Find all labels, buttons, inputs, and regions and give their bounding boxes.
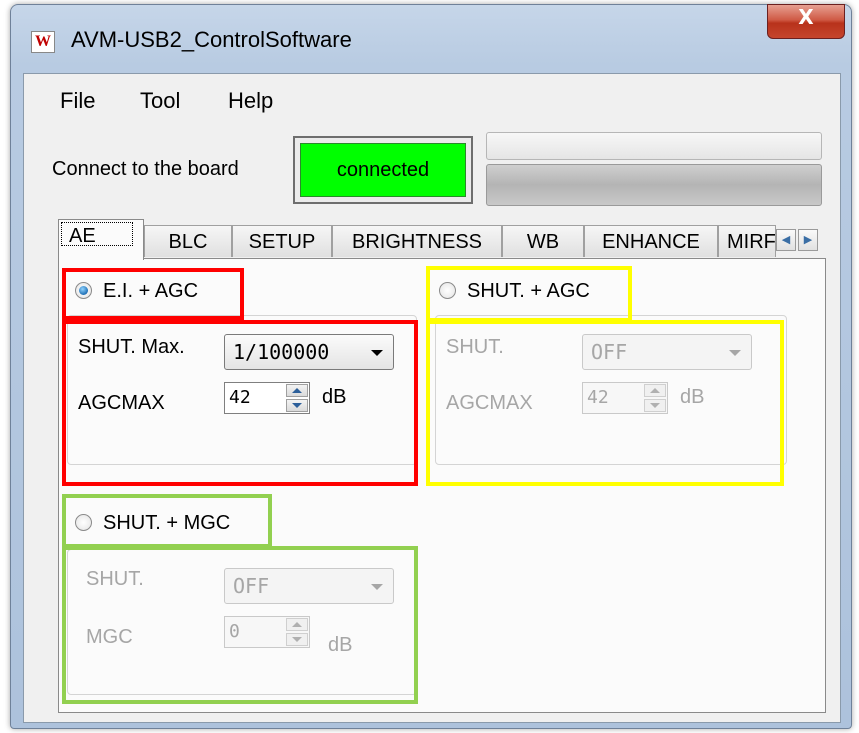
radio-shut-mgc-label: SHUT. + MGC bbox=[103, 512, 231, 534]
radio-ei-agc-label: E.I. + AGC bbox=[103, 280, 199, 302]
tab-brightness-label: BRIGHTNESS bbox=[351, 231, 483, 253]
connect-button[interactable]: connected bbox=[293, 136, 473, 204]
radio-shut-mgc[interactable]: SHUT. + MGC bbox=[67, 503, 277, 543]
app-window: W AVM-USB2_ControlSoftware X File Tool H… bbox=[10, 4, 852, 729]
mgc-value: 0 bbox=[229, 621, 240, 642]
agcmax-spin-buttons bbox=[644, 384, 666, 412]
shut-max-label: SHUT. Max. bbox=[78, 336, 185, 358]
agcmax-value: 42 bbox=[229, 387, 251, 408]
shut-agc-group: SHUT. OFF AGCMAX 42 dB bbox=[435, 315, 787, 465]
mgc-label: MGC bbox=[86, 626, 133, 648]
window-title: AVM-USB2_ControlSoftware bbox=[71, 27, 352, 52]
tab-enhance-label: ENHANCE bbox=[602, 231, 700, 253]
mgc-unit: dB bbox=[328, 634, 353, 656]
tab-brightness[interactable]: BRIGHTNESS bbox=[332, 225, 502, 257]
title-bar[interactable]: W AVM-USB2_ControlSoftware X bbox=[11, 4, 851, 75]
agcmax-unit: dB bbox=[680, 386, 705, 408]
menu-tool[interactable]: Tool bbox=[140, 88, 180, 114]
tab-wb[interactable]: WB bbox=[502, 225, 584, 257]
client-area: File Tool Help Connect to the board conn… bbox=[23, 73, 841, 723]
connection-status: connected bbox=[300, 143, 466, 197]
chevron-down-icon bbox=[371, 584, 383, 590]
close-button[interactable]: X bbox=[767, 4, 845, 39]
agcmax-spinner[interactable]: 42 bbox=[224, 382, 310, 414]
menu-help[interactable]: Help bbox=[228, 88, 273, 114]
spin-down-icon[interactable] bbox=[286, 399, 308, 412]
ae-tab-panel: E.I. + AGC SHUT. Max. 1/100000 AGCMAX 42… bbox=[58, 258, 826, 713]
connect-label: Connect to the board bbox=[52, 158, 239, 180]
shut-label: SHUT. bbox=[446, 336, 504, 358]
status-bar-top bbox=[486, 132, 822, 160]
shut-max-select[interactable]: 1/100000 bbox=[224, 334, 394, 370]
tab-ae[interactable]: AE bbox=[58, 219, 144, 260]
chevron-down-icon bbox=[371, 350, 383, 356]
spin-up-icon[interactable] bbox=[644, 384, 666, 397]
mgc-spinner[interactable]: 0 bbox=[224, 616, 310, 648]
agcmax-value: 42 bbox=[587, 387, 609, 408]
tab-ae-label: AE bbox=[69, 225, 96, 247]
tab-blc-label: BLC bbox=[168, 231, 208, 253]
menu-bar: File Tool Help bbox=[24, 74, 840, 128]
tab-blc[interactable]: BLC bbox=[144, 225, 232, 257]
shut-select[interactable]: OFF bbox=[224, 568, 394, 604]
ei-agc-group: SHUT. Max. 1/100000 AGCMAX 42 dB bbox=[67, 315, 417, 465]
shut-max-value: 1/100000 bbox=[233, 340, 330, 364]
app-logo-icon: W bbox=[31, 31, 55, 53]
chevron-down-icon bbox=[729, 350, 741, 356]
radio-shut-agc-button[interactable] bbox=[439, 282, 456, 299]
tab-scroll-right-icon[interactable]: ▶ bbox=[798, 229, 818, 251]
agcmax-spin-buttons bbox=[286, 384, 308, 412]
tab-wb-label: WB bbox=[526, 231, 560, 253]
spin-down-icon[interactable] bbox=[644, 399, 666, 412]
mgc-spin-buttons bbox=[286, 618, 308, 646]
tab-scroll-left-icon[interactable]: ◀ bbox=[776, 229, 796, 251]
agcmax-unit: dB bbox=[322, 386, 347, 408]
radio-shut-agc[interactable]: SHUT. + AGC bbox=[431, 271, 631, 311]
tab-strip: AE BLC SETUP BRIGHTNESS WB ENHANCE MIRF … bbox=[58, 219, 824, 260]
spin-down-icon[interactable] bbox=[286, 633, 308, 646]
shut-value: OFF bbox=[591, 340, 628, 364]
radio-shut-agc-label: SHUT. + AGC bbox=[467, 280, 590, 302]
agcmax-label: AGCMAX bbox=[78, 392, 165, 414]
menu-file[interactable]: File bbox=[60, 88, 95, 114]
agcmax-label: AGCMAX bbox=[446, 392, 533, 414]
tab-setup[interactable]: SETUP bbox=[232, 225, 332, 257]
radio-ei-agc[interactable]: E.I. + AGC bbox=[67, 271, 267, 311]
radio-ei-agc-button[interactable] bbox=[75, 282, 92, 299]
tab-mirror-label: MIRF bbox=[727, 231, 776, 253]
shut-label: SHUT. bbox=[86, 568, 144, 590]
radio-shut-mgc-button[interactable] bbox=[75, 514, 92, 531]
tab-setup-label: SETUP bbox=[248, 231, 316, 253]
agcmax-spinner[interactable]: 42 bbox=[582, 382, 668, 414]
shut-mgc-group: SHUT. OFF MGC 0 dB bbox=[67, 549, 417, 695]
spin-up-icon[interactable] bbox=[286, 618, 308, 631]
tab-mirror[interactable]: MIRF bbox=[718, 225, 776, 257]
shut-value: OFF bbox=[233, 574, 270, 598]
tab-enhance[interactable]: ENHANCE bbox=[584, 225, 718, 257]
shut-select[interactable]: OFF bbox=[582, 334, 752, 370]
spin-up-icon[interactable] bbox=[286, 384, 308, 397]
status-bar-bottom bbox=[486, 164, 822, 206]
